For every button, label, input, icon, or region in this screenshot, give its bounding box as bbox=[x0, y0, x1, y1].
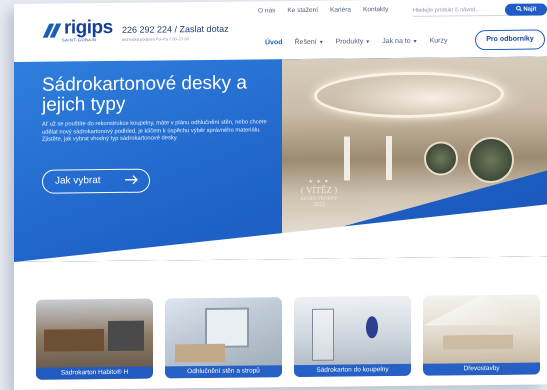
nav-howto-label: Jak na to bbox=[382, 37, 411, 46]
trophy-title: VÍTĚZ bbox=[305, 184, 332, 195]
kitchen-appliance bbox=[108, 320, 144, 352]
attic-roof bbox=[423, 294, 540, 325]
card-soundproofing[interactable]: Odhlučnění stěn a stropů bbox=[165, 297, 282, 379]
bed bbox=[175, 343, 225, 363]
nav-home-label: Úvod bbox=[265, 39, 283, 47]
nav-home[interactable]: Úvod bbox=[265, 39, 283, 46]
pillar bbox=[386, 136, 392, 181]
search-input[interactable]: Hledejte produkt či návod... bbox=[413, 4, 513, 17]
logo-subtitle: SAINT-GOBAIN bbox=[62, 37, 97, 43]
bathroom-decor bbox=[366, 316, 378, 339]
nav-solutions-label: Řešení bbox=[294, 38, 317, 47]
card-label: Sádrokarton do koupelny bbox=[294, 363, 411, 378]
chevron-down-icon: ▼ bbox=[318, 39, 324, 46]
search-button[interactable]: Najít bbox=[505, 3, 547, 16]
search-icon bbox=[515, 5, 522, 12]
phone-contact[interactable]: 226 292 224 / Zaslat dotaz bbox=[122, 24, 229, 35]
hero-cta-label: Jak vybrat bbox=[55, 175, 101, 187]
rigips-trophy-badge: ★ ★ ★ ( VÍTĚZ ) RIGIPS TROPHY 2022 bbox=[292, 179, 346, 209]
chevron-down-icon: ▼ bbox=[365, 39, 371, 46]
nav-products[interactable]: Produkty ▼ bbox=[336, 38, 371, 45]
nav-courses-label: Kurzy bbox=[429, 37, 448, 45]
card-bathroom[interactable]: Sádrokarton do koupelny bbox=[294, 295, 411, 378]
hero-title: Sádrokartonové desky a jejich typy bbox=[42, 72, 247, 116]
rigips-logo[interactable]: rigips bbox=[42, 16, 113, 39]
card-habito[interactable]: Sádrokarton Habito® H bbox=[36, 298, 153, 380]
logo-mark-icon bbox=[42, 23, 62, 38]
page-frame: rigips SAINT-GOBAIN 226 292 224 / Zaslat… bbox=[14, 0, 547, 390]
search-button-label: Najít bbox=[523, 6, 537, 13]
card-label: Sádrokarton Habito® H bbox=[36, 366, 153, 380]
window-frame bbox=[205, 307, 249, 348]
topnav-about[interactable]: O nás bbox=[258, 7, 275, 14]
round-window bbox=[468, 136, 514, 184]
round-window bbox=[424, 141, 458, 176]
pillar bbox=[344, 136, 350, 181]
nav-courses[interactable]: Kurzy bbox=[430, 37, 448, 44]
trophy-year: 2022 bbox=[313, 201, 325, 208]
topnav-downloads[interactable]: Ke stažení bbox=[287, 7, 318, 14]
shower-glass bbox=[312, 308, 334, 361]
attic-furniture bbox=[443, 334, 513, 350]
arrow-right-icon bbox=[125, 175, 138, 185]
site-header: rigips SAINT-GOBAIN 226 292 224 / Zaslat… bbox=[14, 0, 547, 63]
main-navigation: Úvod Řešení ▼ Produkty ▼ Jak na to ▼ Kurzy bbox=[265, 37, 448, 46]
card-label: Odhlučnění stěn a stropů bbox=[165, 365, 282, 379]
nav-solutions[interactable]: Řešení ▼ bbox=[295, 39, 324, 46]
pro-button[interactable]: Pro odborníky bbox=[475, 29, 545, 51]
logo-text: rigips bbox=[64, 16, 113, 39]
top-navigation: O nás Ke stažení Kariéra Kontakty bbox=[258, 6, 388, 14]
category-cards: Sádrokarton Habito® H Odhlučnění stěn a … bbox=[36, 294, 547, 389]
trophy-laurel-icon: ( VÍTĚZ ) bbox=[300, 184, 338, 195]
kitchen-cabinets bbox=[44, 329, 104, 352]
nav-howto[interactable]: Jak na to ▼ bbox=[382, 38, 417, 45]
nav-products-label: Produkty bbox=[335, 38, 364, 46]
topnav-contacts[interactable]: Kontakty bbox=[363, 6, 388, 13]
hero-banner: Sádrokartonové desky a jejich typy Ať už… bbox=[14, 56, 547, 263]
support-hours: technická podpora Po–Pa 7:00–17:00 bbox=[122, 36, 189, 42]
chevron-down-icon: ▼ bbox=[412, 38, 418, 45]
hero-cta-button[interactable]: Jak vybrat bbox=[42, 168, 150, 194]
card-label: Dřevostavby bbox=[423, 362, 540, 376]
card-timber-houses[interactable]: Dřevostavby bbox=[423, 294, 540, 376]
hero-description: Ať už se pouštíte do rekonstrukce koupel… bbox=[42, 119, 267, 143]
topnav-careers[interactable]: Kariéra bbox=[330, 6, 351, 13]
